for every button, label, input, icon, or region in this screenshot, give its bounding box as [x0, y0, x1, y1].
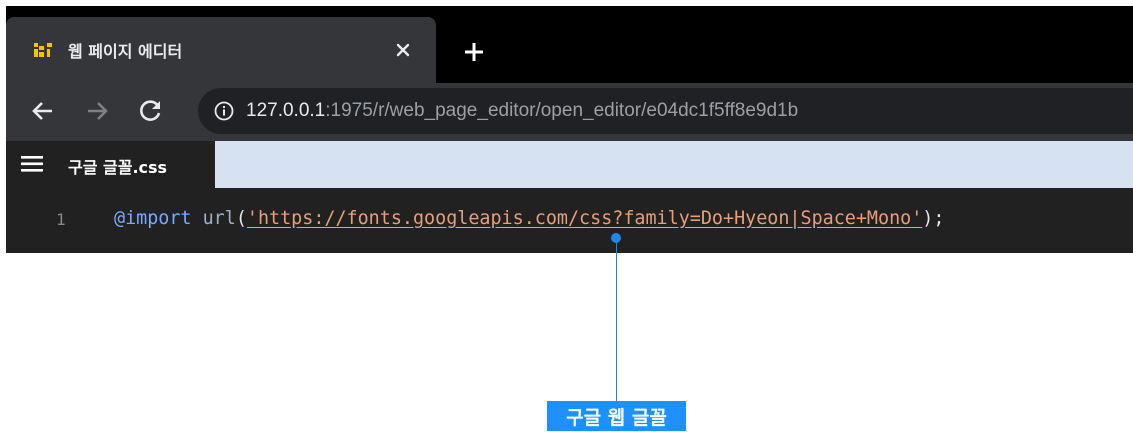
callout-pointer-line — [616, 239, 617, 401]
url-path: :1975/r/web_page_editor/open_editor/e04d… — [325, 100, 799, 121]
code-at-rule: @import — [114, 208, 192, 229]
file-tab[interactable]: 구글 글꼴.css — [6, 141, 215, 188]
editor-file-tabbar: 구글 글꼴.css — [6, 141, 1133, 188]
arrow-right-icon[interactable] — [84, 98, 110, 124]
callout-label: 구글 웹 글꼴 — [547, 401, 686, 431]
url-text[interactable]: 127.0.0.1:1975/r/web_page_editor/open_ed… — [246, 100, 798, 122]
browser-window: 웹 페이지 에디터 127.0.0.1:1975/r/web_page_edit… — [6, 6, 1133, 253]
code-editor[interactable]: 1 @import url('https://fonts.googleapis.… — [6, 188, 1133, 253]
address-bar[interactable]: 127.0.0.1:1975/r/web_page_editor/open_ed… — [198, 88, 1133, 134]
close-icon[interactable] — [392, 39, 414, 61]
line-number: 1 — [56, 210, 66, 229]
code-url-string[interactable]: 'https://fonts.googleapis.com/css?family… — [247, 208, 922, 229]
code-close: ); — [922, 208, 945, 229]
tab-strip: 웹 페이지 에디터 — [6, 6, 1133, 83]
info-icon[interactable] — [214, 101, 234, 121]
arrow-left-icon[interactable] — [30, 98, 56, 124]
app-favicon-icon — [32, 41, 54, 59]
url-host: 127.0.0.1 — [246, 100, 326, 121]
file-name: 구글 글꼴.css — [68, 158, 168, 177]
code-line[interactable]: @import url('https://fonts.googleapis.co… — [114, 208, 944, 229]
code-open-paren: ( — [235, 208, 247, 229]
code-function: url — [202, 208, 236, 229]
hamburger-menu-icon[interactable] — [21, 155, 43, 173]
browser-toolbar: 127.0.0.1:1975/r/web_page_editor/open_ed… — [6, 83, 1133, 141]
tab-web-page-editor[interactable]: 웹 페이지 에디터 — [6, 17, 436, 83]
plus-icon[interactable] — [462, 40, 486, 64]
reload-icon[interactable] — [138, 98, 164, 124]
tab-title: 웹 페이지 에디터 — [68, 42, 183, 61]
